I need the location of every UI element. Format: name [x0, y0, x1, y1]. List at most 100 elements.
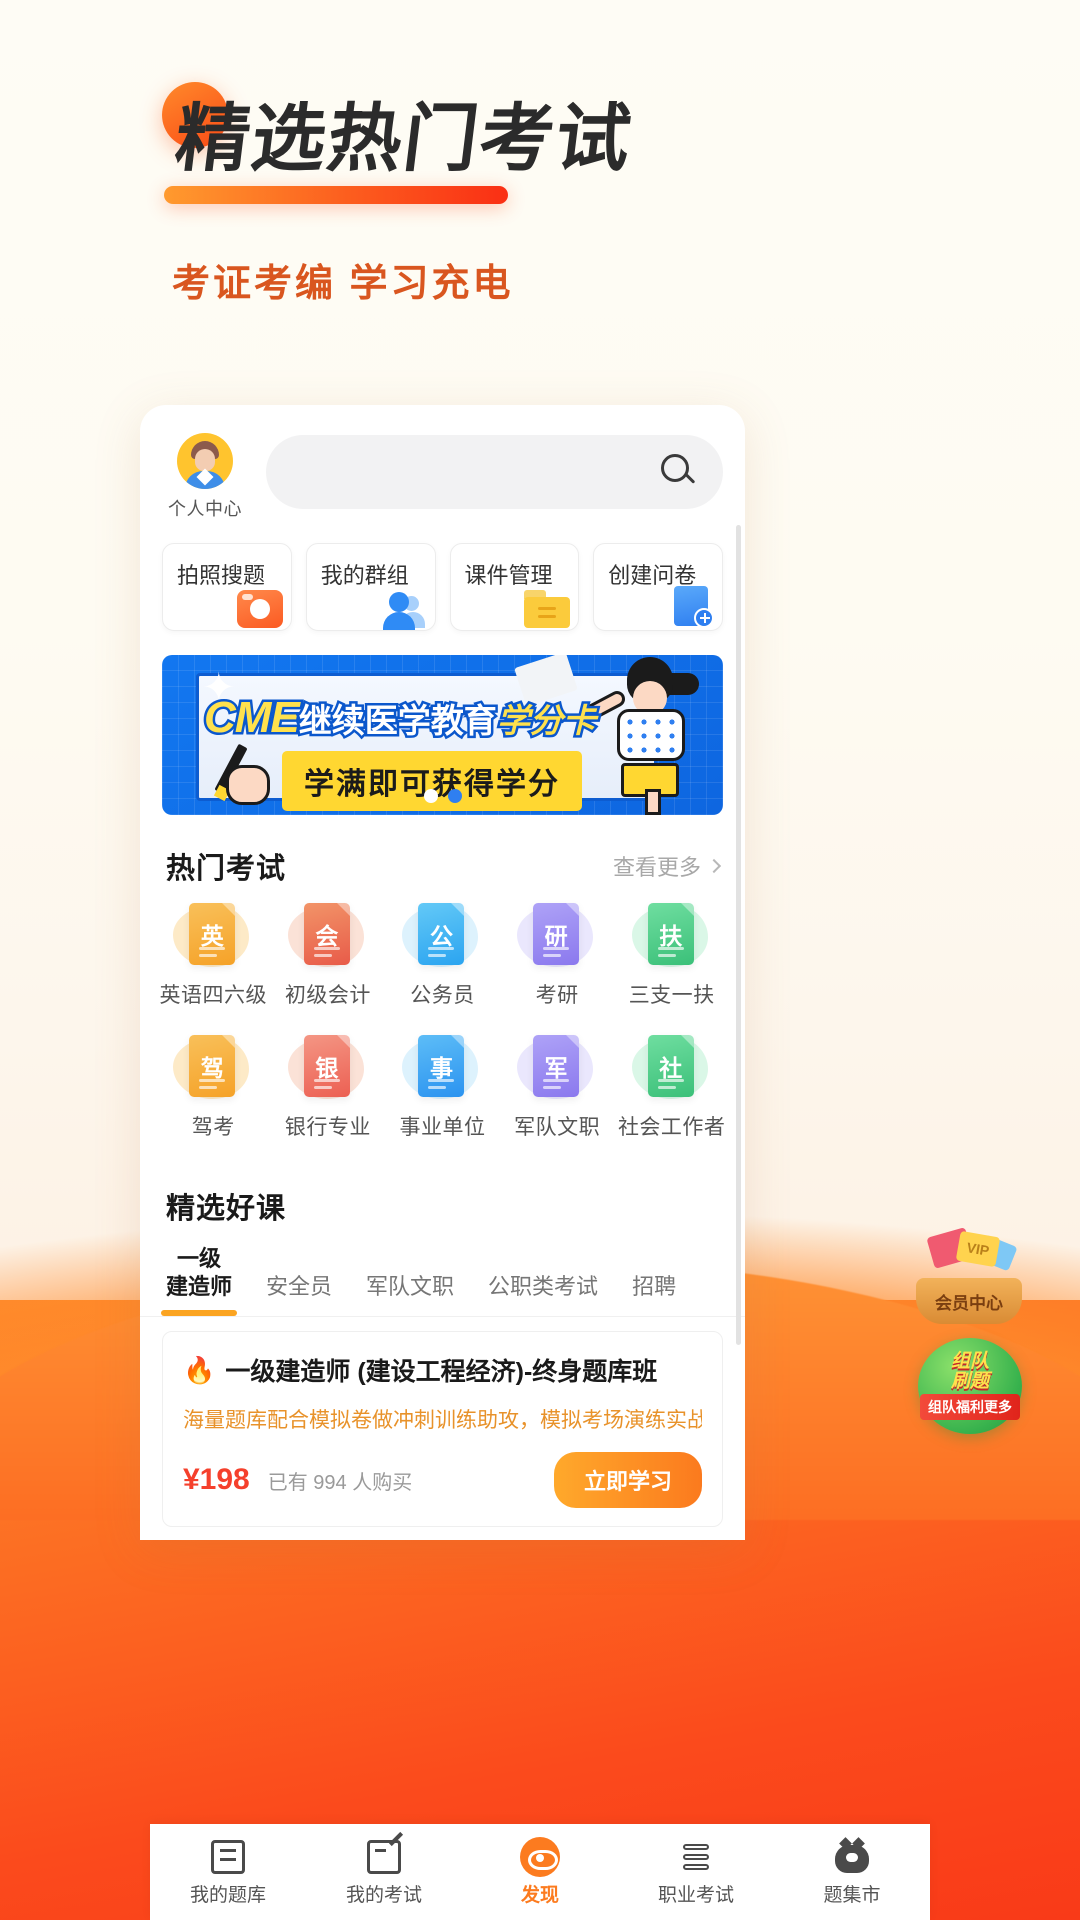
exam-item[interactable]: 军 军队文职 [500, 1035, 615, 1141]
tab-safety-officer[interactable]: 安全员 [266, 1273, 332, 1317]
course-price: ¥198 [183, 1463, 250, 1496]
exam-label: 军队文职 [514, 1116, 601, 1139]
exam-label: 社会工作者 [617, 1116, 726, 1139]
nav-label: 我的考试 [345, 1884, 422, 1906]
hero-underline-bar [164, 186, 508, 204]
quick-action-courseware[interactable]: 课件管理 [449, 543, 580, 631]
camera-icon [236, 590, 283, 628]
folder-icon [524, 590, 571, 628]
exam-item[interactable]: 驾 驾考 [156, 1035, 271, 1141]
exam-item[interactable]: 银 银行专业 [271, 1035, 386, 1141]
quick-action-create-survey[interactable]: 创建问卷 [593, 543, 723, 631]
hot-exams-grid-row2: 驾 驾考 银 银行专业 事 事业单位 军 军队文职 社 社会工作者 [140, 1009, 745, 1141]
tab-recruitment[interactable]: 招聘 [632, 1273, 676, 1317]
tab-level-one-builder[interactable]: 一级 建造师 [166, 1245, 232, 1316]
buy-now-button[interactable]: 立即学习 [553, 1452, 702, 1508]
exam-item[interactable]: 社 社会工作者 [614, 1035, 729, 1141]
fire-icon: 🔥 [183, 1354, 216, 1385]
exam-doc-icon: 驾 [189, 1035, 236, 1097]
banner-pagination-dots[interactable] [423, 789, 462, 803]
promo-banner[interactable]: ✦ CME继续医学教育学分卡 学满即可获得学分 [162, 655, 723, 815]
exam-item[interactable]: 英 英语四六级 [156, 903, 271, 1009]
quick-action-label: 拍照搜题 [177, 563, 266, 588]
courses-header: 精选好课 [140, 1141, 745, 1227]
exam-doc-icon: 会 [303, 903, 350, 965]
courses-title: 精选好课 [166, 1193, 287, 1225]
book-icon [211, 1839, 245, 1874]
hero-headline: 精选热门考试 [170, 96, 638, 182]
exam-item[interactable]: 公 公务员 [385, 903, 500, 1009]
chevron-right-icon [706, 858, 722, 874]
nav-label: 我的题库 [189, 1884, 266, 1906]
profile-center-button[interactable]: 个人中心 [162, 429, 248, 521]
banner-title: CME继续医学教育学分卡 [202, 691, 599, 745]
document-plus-icon [674, 586, 714, 628]
hero-headline-block: 精选热门考试 [162, 80, 922, 210]
app-header: 个人中心 [140, 405, 745, 521]
team-quiz-line2: 刷题 [950, 1370, 989, 1392]
team-quiz-ribbon: 组队福利更多 [920, 1394, 1020, 1420]
piggy-icon [835, 1844, 869, 1873]
hero-headline-row: 精选热门考试 [162, 80, 922, 210]
hot-exams-header: 热门考试 查看更多 [140, 815, 745, 887]
banner-title-end: 学分卡 [494, 700, 598, 742]
tab-military-civilian[interactable]: 军队文职 [366, 1273, 454, 1317]
course-footer: ¥198 已有 994 人购买 立即学习 [183, 1452, 702, 1508]
exam-doc-icon: 英 [189, 903, 236, 965]
quick-action-label: 课件管理 [464, 563, 553, 588]
exam-label: 初级会计 [284, 984, 371, 1007]
more-label: 查看更多 [612, 855, 701, 880]
nav-item-question-market[interactable]: 题集市 [774, 1838, 930, 1907]
hot-exams-title: 热门考试 [166, 853, 287, 885]
vip-center-floating-button[interactable]: VIP 会员中心 [916, 1227, 1028, 1324]
banner-dot-2[interactable] [447, 789, 462, 803]
nav-item-my-question-bank[interactable]: 我的题库 [150, 1838, 306, 1907]
exam-doc-icon: 研 [533, 903, 580, 965]
exam-item[interactable]: 事 事业单位 [385, 1035, 500, 1141]
tab-public-service[interactable]: 公职类考试 [488, 1273, 598, 1317]
nav-label: 题集市 [823, 1884, 881, 1906]
exam-doc-icon: 扶 [647, 903, 694, 965]
team-quiz-line1: 组队 [950, 1351, 989, 1372]
search-icon[interactable] [661, 454, 697, 490]
hot-exams-more-link[interactable]: 查看更多 [612, 850, 722, 882]
exam-doc-icon: 军 [533, 1035, 580, 1097]
exam-doc-icon: 事 [418, 1035, 465, 1097]
quick-actions-row: 拍照搜题 我的群组 课件管理 创建问卷 [140, 521, 745, 631]
exam-label: 银行专业 [284, 1116, 371, 1139]
quick-action-label: 我的群组 [320, 563, 409, 588]
hero-subtitle: 考证考编 学习充电 [172, 263, 514, 305]
team-quiz-floating-button[interactable]: 组队 刷题 组队福利更多 [918, 1338, 1022, 1434]
exam-doc-icon: 社 [647, 1035, 694, 1097]
course-card[interactable]: 🔥 一级建造师 (建设工程经济)-终身题库班 海量题库配合模拟卷做冲刺训练助攻，… [162, 1331, 723, 1527]
exam-doc-icon: 银 [303, 1035, 350, 1097]
course-bought-count: 已有 994 人购买 [267, 1471, 413, 1494]
phone-mockup: 个人中心 拍照搜题 我的群组 课件管理 创建问卷 ✦ CME继续医学教育学分卡 … [140, 405, 745, 1540]
layers-icon [679, 1840, 713, 1874]
people-icon [381, 590, 427, 630]
quick-action-photo-search[interactable]: 拍照搜题 [162, 543, 292, 631]
tab-label-line2: 建造师 [166, 1273, 233, 1299]
exam-item[interactable]: 研 考研 [500, 903, 615, 1009]
scrollbar-track[interactable] [736, 525, 741, 1345]
exam-item[interactable]: 会 初级会计 [271, 903, 386, 1009]
course-title-row: 🔥 一级建造师 (建设工程经济)-终身题库班 [183, 1352, 702, 1388]
banner-title-middle: 继续医学教育 [296, 700, 499, 742]
exam-label: 公务员 [410, 984, 475, 1007]
search-input[interactable] [266, 435, 723, 509]
profile-center-label: 个人中心 [168, 499, 242, 519]
vip-card-gold-icon: VIP [955, 1230, 1001, 1268]
nav-item-my-exams[interactable]: 我的考试 [306, 1838, 462, 1907]
banner-dot-1[interactable] [423, 789, 438, 803]
vip-center-label: 会员中心 [935, 1294, 1003, 1313]
user-avatar-icon [177, 433, 233, 489]
hot-exams-grid-row1: 英 英语四六级 会 初级会计 公 公务员 研 考研 扶 三支一扶 [140, 887, 745, 1009]
nav-item-career-exams[interactable]: 职业考试 [618, 1838, 774, 1907]
quick-action-my-groups[interactable]: 我的群组 [305, 543, 436, 631]
tab-label-line1: 一级 [177, 1246, 222, 1271]
nav-item-discover[interactable]: 发现 [462, 1836, 618, 1907]
team-quiz-title: 组队 刷题 [928, 1352, 1012, 1392]
discover-eye-icon [520, 1836, 560, 1877]
exam-label: 三支一扶 [628, 984, 715, 1007]
exam-item[interactable]: 扶 三支一扶 [614, 903, 729, 1009]
